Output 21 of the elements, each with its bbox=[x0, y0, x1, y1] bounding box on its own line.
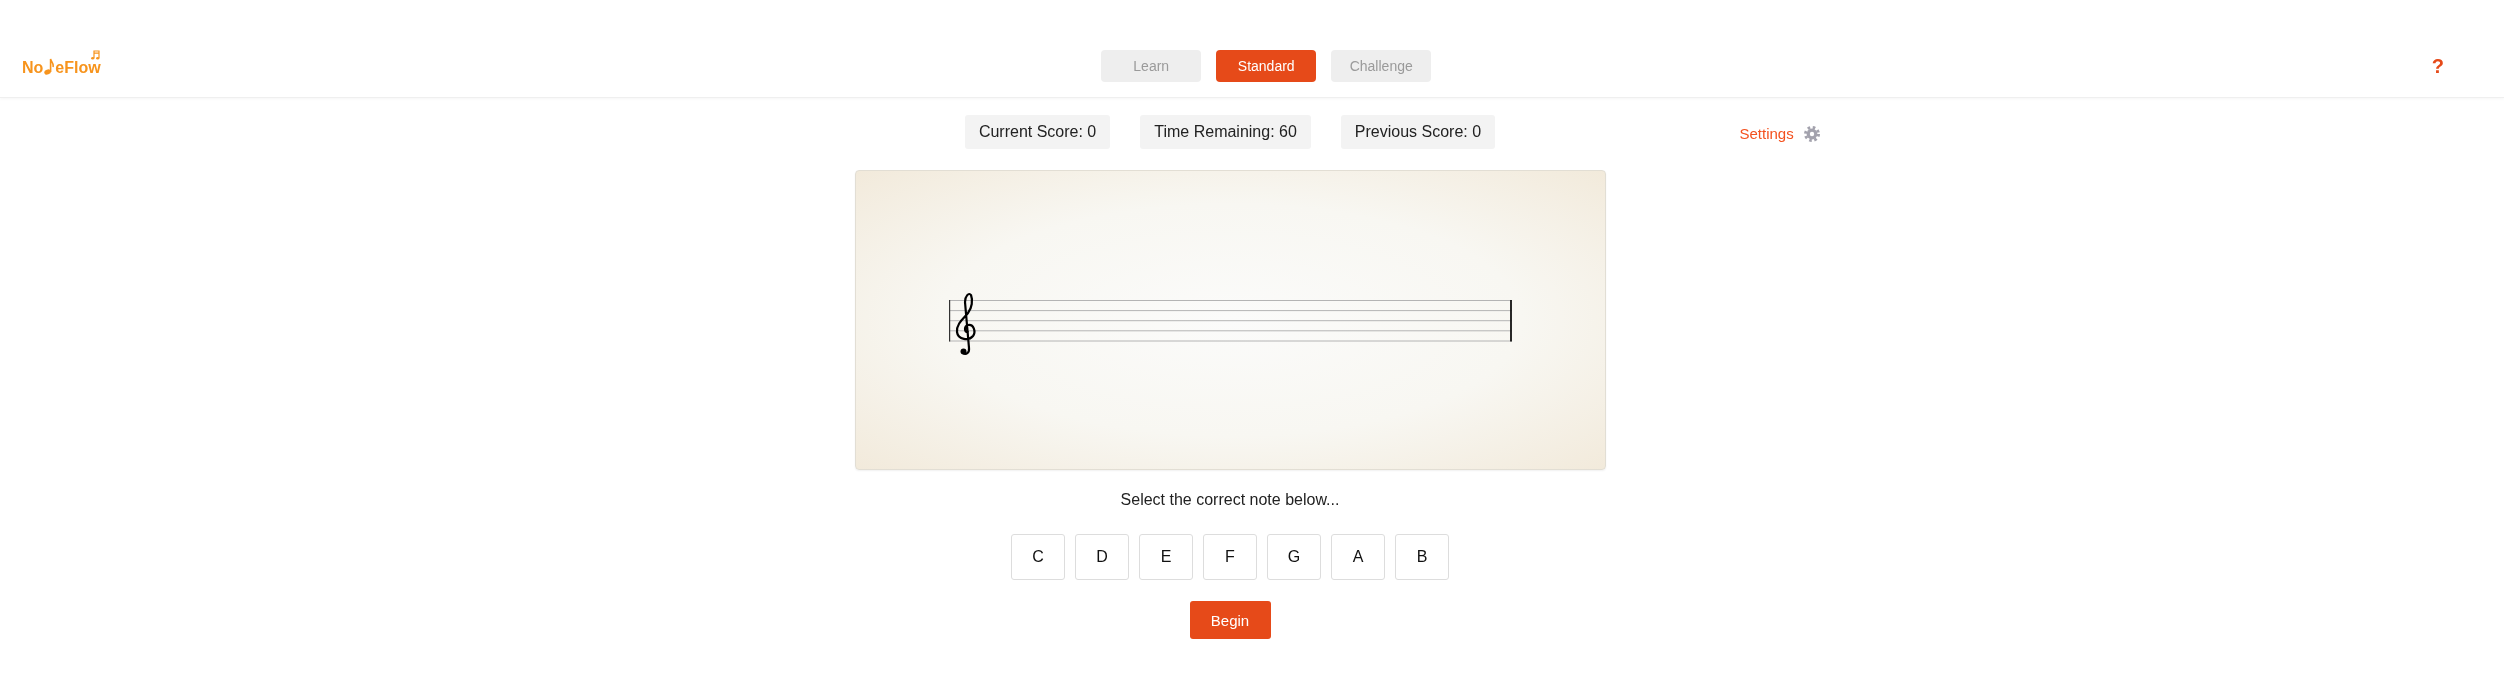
note-button[interactable]: C bbox=[1011, 534, 1065, 580]
note-button[interactable]: B bbox=[1395, 534, 1449, 580]
mode-tab[interactable]: Standard bbox=[1216, 50, 1317, 82]
begin-button[interactable]: Begin bbox=[1189, 601, 1271, 639]
score-display: Previous Score: 0 bbox=[1340, 115, 1496, 149]
help-button[interactable]: ? bbox=[2431, 55, 2444, 77]
settings-icon bbox=[1803, 126, 1820, 142]
logo-text: eFlow bbox=[55, 59, 101, 77]
note-button[interactable]: A bbox=[1331, 534, 1385, 580]
note-button[interactable]: F bbox=[1203, 534, 1257, 580]
treble-clef-icon bbox=[955, 292, 975, 355]
note-button[interactable]: D bbox=[1075, 534, 1129, 580]
settings-link[interactable]: Settings bbox=[1739, 125, 1820, 143]
score-display: Current Score: 0 bbox=[964, 115, 1111, 149]
note-button[interactable]: G bbox=[1267, 534, 1321, 580]
note-button[interactable]: E bbox=[1139, 534, 1193, 580]
music-note-icon bbox=[44, 58, 55, 75]
prompt-text: Select the correct note below... bbox=[1120, 490, 1340, 510]
beamed-notes-icon bbox=[91, 50, 100, 60]
logo-text: No bbox=[22, 59, 44, 77]
score-display: Time Remaining: 60 bbox=[1140, 115, 1311, 149]
